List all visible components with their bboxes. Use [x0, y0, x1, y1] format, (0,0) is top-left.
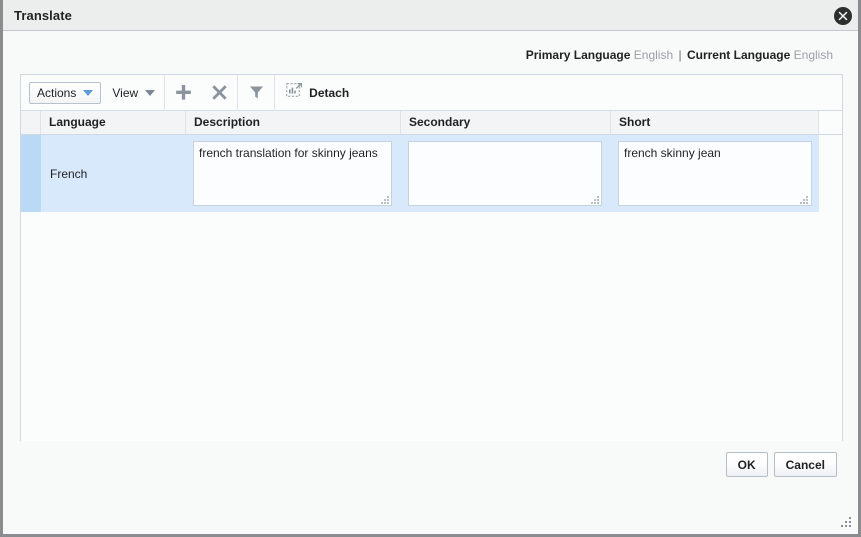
language-separator: |	[678, 48, 682, 62]
description-input[interactable]	[193, 141, 392, 206]
cell-filler	[819, 135, 842, 212]
dialog-title: Translate	[14, 8, 72, 23]
delete-row-button[interactable]	[201, 75, 237, 111]
cancel-button[interactable]: Cancel	[773, 452, 837, 477]
detach-label: Detach	[309, 85, 350, 100]
table-row[interactable]: French	[21, 135, 842, 212]
column-header-secondary[interactable]: Secondary	[401, 111, 611, 134]
short-input[interactable]	[618, 141, 812, 206]
toolbar-menu-group: Actions View	[26, 75, 164, 111]
table-header-row: Language Description Secondary Short	[21, 111, 842, 135]
filter-button[interactable]	[238, 75, 274, 111]
add-row-button[interactable]	[165, 75, 201, 111]
column-header-filler	[818, 111, 842, 134]
ok-button[interactable]: OK	[725, 452, 768, 477]
dialog-body: Primary Language English | Current Langu…	[3, 31, 858, 534]
translate-dialog: Translate Primary Language English | Cur…	[0, 0, 861, 537]
description-field-wrap	[193, 141, 393, 206]
table-toolbar: Actions View Detach	[21, 74, 842, 111]
row-select-header	[21, 111, 41, 134]
dialog-titlebar: Translate	[3, 0, 858, 31]
cell-secondary	[401, 135, 611, 212]
cell-short	[611, 135, 819, 212]
chevron-down-icon	[145, 89, 156, 96]
cell-description	[186, 135, 401, 212]
short-field-wrap	[618, 141, 812, 206]
translation-table-panel: Actions View Detach Language Description…	[20, 74, 843, 441]
table-empty-area	[21, 212, 842, 441]
actions-menu-button[interactable]: Actions	[29, 81, 102, 104]
secondary-input[interactable]	[408, 141, 602, 206]
dialog-footer: OK Cancel	[725, 452, 837, 477]
window-resize-grip[interactable]	[841, 517, 852, 528]
row-selector-cell[interactable]	[21, 135, 41, 212]
view-menu-label: View	[112, 85, 139, 100]
current-language-value: English	[793, 48, 833, 62]
chevron-down-icon	[83, 89, 94, 96]
column-header-description[interactable]: Description	[186, 111, 401, 134]
language-info-bar: Primary Language English | Current Langu…	[526, 48, 833, 62]
view-menu-button[interactable]: View	[103, 82, 164, 104]
close-icon[interactable]	[834, 7, 852, 25]
current-language-label: Current Language	[686, 48, 791, 62]
cell-language: French	[41, 135, 186, 212]
detach-icon	[286, 83, 303, 102]
primary-language-value: English	[633, 48, 674, 62]
column-header-short[interactable]: Short	[611, 111, 819, 134]
secondary-field-wrap	[408, 141, 603, 206]
actions-menu-label: Actions	[37, 85, 77, 100]
detach-button[interactable]: Detach	[275, 75, 361, 111]
primary-language-label: Primary Language	[525, 48, 631, 62]
column-header-language[interactable]: Language	[41, 111, 186, 134]
